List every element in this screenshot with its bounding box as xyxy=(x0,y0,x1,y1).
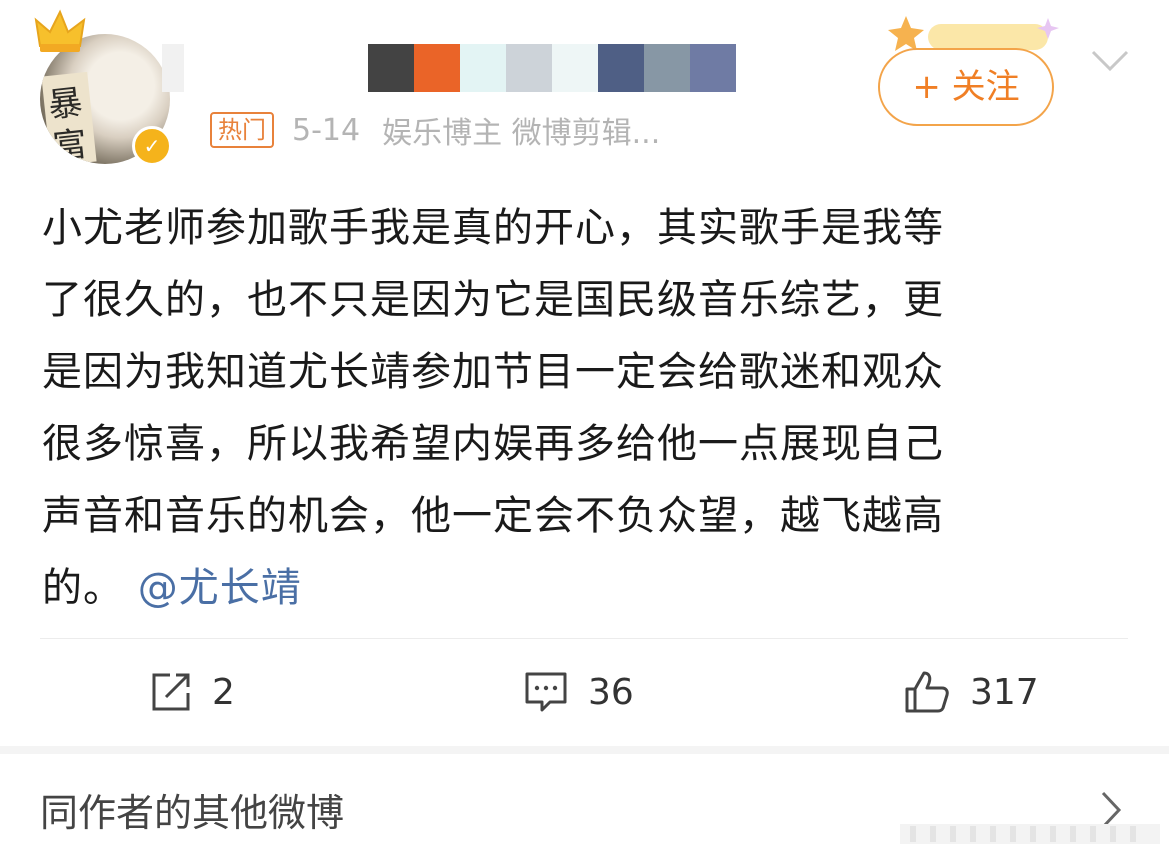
post-text: 小尤老师参加歌手我是真的开心，其实歌手是我等 了很久的，也不只是因为它是国民级音… xyxy=(42,192,1132,624)
name-mosaic-tile xyxy=(162,44,184,92)
section-separator xyxy=(0,746,1169,754)
like-button[interactable]: 317 xyxy=(904,666,1039,718)
watermark-decoration xyxy=(900,824,1160,844)
name-mosaic-tile xyxy=(552,44,598,92)
repost-count: 2 xyxy=(212,671,235,713)
mention-link[interactable]: @尤长靖 xyxy=(138,565,302,611)
post-date: 5-14 xyxy=(292,112,361,148)
post-text-line: 的。 @尤长靖 xyxy=(42,552,1132,624)
post-text-tail: 的。 xyxy=(42,565,124,611)
like-count: 317 xyxy=(970,671,1039,713)
avatar-sign: 暴 富 xyxy=(41,71,97,164)
post-text-line: 了很久的，也不只是因为它是国民级音乐综艺，更 xyxy=(42,277,944,323)
like-icon xyxy=(905,671,949,713)
comment-count: 36 xyxy=(588,671,634,713)
repost-button[interactable]: 2 xyxy=(150,666,235,718)
name-mosaic-tile xyxy=(506,44,552,92)
post-header: 暴 富 ✓ 热门 5-14 娱乐博主 微博剪辑... + 关注 xyxy=(0,0,1169,175)
name-mosaic-tile xyxy=(690,44,736,92)
comment-button[interactable]: 36 xyxy=(524,666,634,718)
name-mosaic-tile xyxy=(598,44,644,92)
post-text-line: 很多惊喜，所以我希望内娱再多给他一点展现自己 xyxy=(42,421,944,467)
name-mosaic-tile xyxy=(460,44,506,92)
follow-button[interactable]: + 关注 xyxy=(878,48,1054,126)
hot-badge: 热门 xyxy=(210,112,274,148)
post-text-line: 小尤老师参加歌手我是真的开心，其实歌手是我等 xyxy=(42,205,944,251)
chevron-down-icon[interactable] xyxy=(1090,48,1130,74)
author-name-obscured[interactable] xyxy=(162,44,738,92)
verified-badge-icon: ✓ xyxy=(132,126,172,166)
name-mosaic-tile xyxy=(414,44,460,92)
comment-icon xyxy=(525,672,567,712)
post-text-line: 是因为我知道尤长靖参加节目一定会给歌迷和观众 xyxy=(42,349,944,395)
repost-icon xyxy=(152,673,190,711)
name-mosaic-tile xyxy=(644,44,690,92)
name-mosaic-tile xyxy=(368,44,414,92)
crown-icon xyxy=(34,9,86,52)
more-from-author-label: 同作者的其他微博 xyxy=(40,791,345,835)
divider xyxy=(40,638,1128,639)
post-text-line: 声音和音乐的机会，他一定会不负众望，越飞越高 xyxy=(42,493,944,539)
action-bar: 2 36 317 xyxy=(0,650,1169,734)
avatar-glyph: 富 xyxy=(50,124,89,164)
post-meta: 热门 5-14 娱乐博主 微博剪辑... xyxy=(210,110,661,151)
post-source: 娱乐博主 微博剪辑... xyxy=(382,116,661,151)
